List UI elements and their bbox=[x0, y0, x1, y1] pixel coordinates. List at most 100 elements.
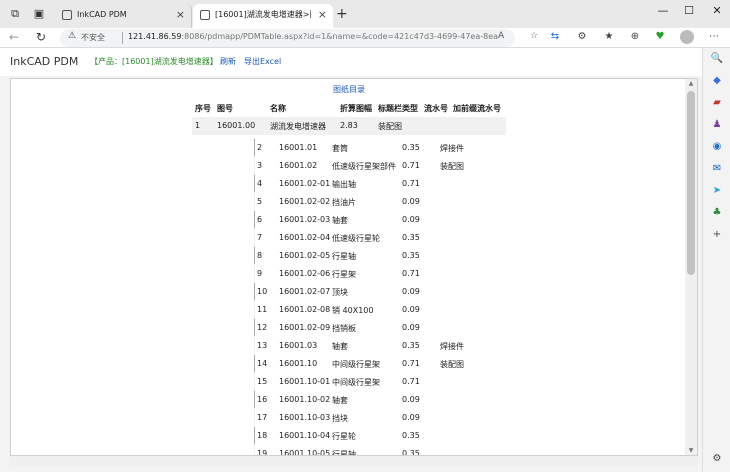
search-icon[interactable]: 🔍 bbox=[710, 52, 724, 66]
maximize-button[interactable]: ☐ bbox=[680, 4, 698, 17]
horizontal-scrollbar[interactable] bbox=[10, 456, 698, 466]
scroll-up-arrow[interactable]: ▲ bbox=[685, 80, 697, 87]
table-cell: 19 bbox=[257, 449, 268, 456]
scroll-thumb[interactable] bbox=[687, 91, 695, 275]
table-cell: 11 bbox=[257, 305, 268, 314]
table-cell: 8 bbox=[257, 251, 263, 260]
table-cell: 0.09 bbox=[402, 323, 420, 332]
table-cell: 输出轴 bbox=[332, 180, 356, 189]
new-tab-button[interactable]: + bbox=[336, 6, 348, 22]
refresh-button[interactable]: ↻ bbox=[33, 30, 49, 44]
table-title: 图纸目录 bbox=[333, 85, 365, 94]
table-cell: 12 bbox=[257, 323, 268, 332]
add-icon[interactable]: + bbox=[710, 228, 724, 242]
table-cell: 0.09 bbox=[402, 197, 420, 206]
vertical-scrollbar[interactable]: ▲ ▼ bbox=[685, 79, 697, 455]
product-label: 【产品：[16001]湖流发电增速器】 bbox=[90, 57, 218, 66]
table-cell: 16001.02-07 bbox=[279, 287, 331, 296]
table-cell: 16001.01 bbox=[279, 143, 318, 152]
table-row: 3 16001.02 低速级行星架部件 0.71 装配图 bbox=[254, 156, 464, 174]
table-cell: 行星轴 bbox=[332, 450, 356, 456]
table-cell: 0.35 bbox=[402, 251, 420, 260]
table-cell: 装配图 bbox=[440, 360, 464, 369]
favorite-icon[interactable]: ☆ bbox=[530, 31, 538, 41]
table-cell: 2 bbox=[257, 143, 263, 152]
refresh-link[interactable]: 刷新 bbox=[220, 56, 236, 67]
tree-icon[interactable]: ♣ bbox=[710, 206, 724, 220]
read-aloud-icon[interactable]: A bbox=[498, 31, 504, 41]
outlook-icon[interactable]: ✉ bbox=[710, 162, 724, 176]
settings-icon[interactable]: ⚙ bbox=[710, 452, 724, 466]
scroll-down-arrow[interactable]: ▼ bbox=[685, 447, 697, 454]
table-cell: 挡油片 bbox=[332, 198, 356, 207]
column-header: 流水号 bbox=[424, 104, 448, 113]
table-cell: 16 bbox=[257, 395, 268, 404]
table-cell: 销 40X100 bbox=[332, 306, 374, 315]
table-row: 8 16001.02-05 行星轴 0.35 bbox=[254, 246, 420, 264]
table-cell: 焊接件 bbox=[440, 342, 464, 351]
table-cell: 行星轴 bbox=[332, 252, 356, 261]
table-cell: 16001.00 bbox=[217, 121, 256, 130]
browser-essentials-icon[interactable]: ♥ bbox=[653, 31, 667, 42]
table-cell: 装配图 bbox=[440, 162, 464, 171]
url-text[interactable]: 121.41.86.59:8086/pdmapp/PDMTable.aspx?i… bbox=[128, 32, 498, 41]
table-cell: 0.71 bbox=[402, 269, 420, 278]
table-cell: 0.71 bbox=[402, 161, 420, 170]
table-cell: 行星架 bbox=[332, 270, 356, 279]
table-cell: 轴套 bbox=[332, 396, 348, 405]
games-icon[interactable]: ♟ bbox=[710, 118, 724, 132]
table-cell: 中间级行星架 bbox=[332, 378, 380, 387]
close-icon[interactable]: × bbox=[176, 4, 185, 26]
minimize-button[interactable]: — bbox=[654, 4, 672, 17]
table-cell: 14 bbox=[257, 359, 268, 368]
table-row: 13 16001.03 轴套 0.35 焊接件 bbox=[254, 336, 464, 354]
table-row: 5 16001.02-02 挡油片 0.09 bbox=[254, 192, 420, 210]
table-cell: 4 bbox=[257, 179, 263, 188]
tab-actions-icon[interactable]: ▣ bbox=[32, 7, 46, 21]
table-cell: 16001.02-06 bbox=[279, 269, 331, 278]
table-cell: 套筒 bbox=[332, 144, 348, 153]
back-button[interactable]: ← bbox=[6, 30, 22, 44]
tab-inkcad-pdm[interactable]: InkCAD PDM × bbox=[55, 4, 192, 28]
url-path: :8086/pdmapp/PDMTable.aspx?id=1&name=&co… bbox=[181, 32, 498, 41]
close-window-button[interactable]: ✕ bbox=[708, 4, 726, 17]
tab-drawing-list[interactable]: [16001]湖流发电增速器>图纸目录 × bbox=[193, 4, 333, 28]
toolbox-icon[interactable]: ▰ bbox=[710, 96, 724, 110]
close-icon[interactable]: × bbox=[318, 4, 327, 26]
table-cell: 低速级行星轮 bbox=[332, 234, 380, 243]
more-menu-icon[interactable]: ⋯ bbox=[707, 31, 721, 42]
table-cell: 1 bbox=[195, 121, 201, 130]
export-excel-link[interactable]: 导出Excel bbox=[244, 56, 281, 67]
table-cell: 16001.02-04 bbox=[279, 233, 331, 242]
column-header: 序号 bbox=[195, 104, 211, 113]
extension-icon[interactable]: ⇆ bbox=[548, 31, 562, 42]
table-cell: 0.09 bbox=[402, 395, 420, 404]
profile-avatar[interactable] bbox=[680, 30, 694, 44]
office-icon[interactable]: ◉ bbox=[710, 140, 724, 154]
table-cell: 挡销板 bbox=[332, 324, 356, 333]
table-cell: 13 bbox=[257, 341, 268, 350]
workspaces-icon[interactable]: ⧉ bbox=[8, 7, 22, 21]
table-cell: 装配图 bbox=[378, 122, 402, 131]
security-label[interactable]: 不安全 bbox=[81, 32, 105, 43]
table-cell: 5 bbox=[257, 197, 263, 206]
table-cell: 16001.02-02 bbox=[279, 197, 331, 206]
column-header: 标题栏类型 bbox=[378, 104, 418, 113]
table-cell: 顶块 bbox=[332, 288, 348, 297]
address-bar[interactable]: ⚠ 不安全 121.41.86.59:8086/pdmapp/PDMTable.… bbox=[60, 29, 538, 47]
page-icon bbox=[200, 10, 210, 20]
table-cell: 3 bbox=[257, 161, 263, 170]
drop-icon[interactable]: ➤ bbox=[710, 184, 724, 198]
table-cell: 16001.03 bbox=[279, 341, 318, 350]
table-cell: 低速级行星架部件 bbox=[332, 162, 396, 171]
collections-icon[interactable]: ⊕ bbox=[628, 31, 642, 42]
table-cell: 16001.10 bbox=[279, 359, 318, 368]
favorites-icon[interactable]: ★ bbox=[602, 31, 616, 42]
table-cell: 16001.02-03 bbox=[279, 215, 331, 224]
table-cell: 0.71 bbox=[402, 179, 420, 188]
shopping-tag-icon[interactable]: ◆ bbox=[710, 74, 724, 88]
tab-title: [16001]湖流发电增速器>图纸目录 bbox=[215, 10, 311, 19]
extensions-icon[interactable]: ⚙ bbox=[575, 31, 589, 42]
table-cell: 16001.10-04 bbox=[279, 431, 331, 440]
table-cell: 15 bbox=[257, 377, 268, 386]
